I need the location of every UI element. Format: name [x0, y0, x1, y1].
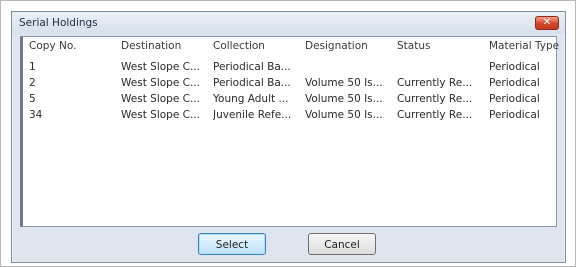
close-button[interactable]: ✕: [535, 16, 559, 30]
copy-no-cell: 1: [29, 61, 36, 73]
table-row[interactable]: 34 West Slope C... Juvenile Refe... Volu…: [23, 109, 556, 125]
material-type-cell: Periodical: [489, 61, 540, 73]
column-header-material-type[interactable]: Material Type: [489, 40, 559, 52]
dialog-title: Serial Holdings: [19, 17, 98, 29]
material-type-cell: Periodical: [489, 109, 540, 121]
title-bar[interactable]: Serial Holdings ✕: [12, 12, 565, 34]
table-row[interactable]: 2 West Slope C... Periodical Ba... Volum…: [23, 77, 556, 93]
column-header-collection[interactable]: Collection: [213, 40, 295, 52]
close-icon: ✕: [542, 17, 552, 28]
column-header-destination[interactable]: Destination: [121, 40, 199, 52]
cancel-button[interactable]: Cancel: [308, 233, 376, 255]
status-cell: Currently Re...: [397, 93, 473, 105]
status-cell: Currently Re...: [397, 77, 473, 89]
collection-cell: Periodical Ba...: [213, 77, 291, 89]
copy-no-cell: 5: [29, 93, 36, 105]
column-header-row: Copy No. Destination Collection Designat…: [23, 40, 559, 56]
designation-cell: Volume 50 Is...: [305, 93, 383, 105]
serial-holdings-dialog: Serial Holdings ✕ Copy No. Destination C…: [11, 11, 566, 263]
destination-cell: West Slope C...: [121, 109, 199, 121]
copy-no-cell: 34: [29, 109, 43, 121]
designation-cell: Volume 50 Is...: [305, 77, 383, 89]
designation-cell: Volume 50 Is...: [305, 109, 383, 121]
status-cell: Currently Re...: [397, 109, 473, 121]
column-header-copy-no[interactable]: Copy No.: [29, 40, 109, 52]
collection-cell: Juvenile Refe...: [213, 109, 292, 121]
material-type-cell: Periodical: [489, 77, 540, 89]
destination-cell: West Slope C...: [121, 93, 199, 105]
column-header-status[interactable]: Status: [397, 40, 477, 52]
material-type-cell: Periodical: [489, 93, 540, 105]
destination-cell: West Slope C...: [121, 61, 199, 73]
collection-cell: Young Adult ...: [213, 93, 289, 105]
collection-cell: Periodical Ba...: [213, 61, 291, 73]
table-row[interactable]: 1 West Slope C... Periodical Ba... Perio…: [23, 61, 556, 77]
screenshot-frame: Serial Holdings ✕ Copy No. Destination C…: [0, 0, 576, 267]
table-row[interactable]: 5 West Slope C... Young Adult ... Volume…: [23, 93, 556, 109]
column-header-designation[interactable]: Designation: [305, 40, 385, 52]
holdings-list[interactable]: Copy No. Destination Collection Designat…: [20, 36, 559, 227]
copy-no-cell: 2: [29, 77, 36, 89]
button-bar: Select Cancel: [12, 233, 565, 257]
destination-cell: West Slope C...: [121, 77, 199, 89]
select-button[interactable]: Select: [198, 233, 266, 255]
